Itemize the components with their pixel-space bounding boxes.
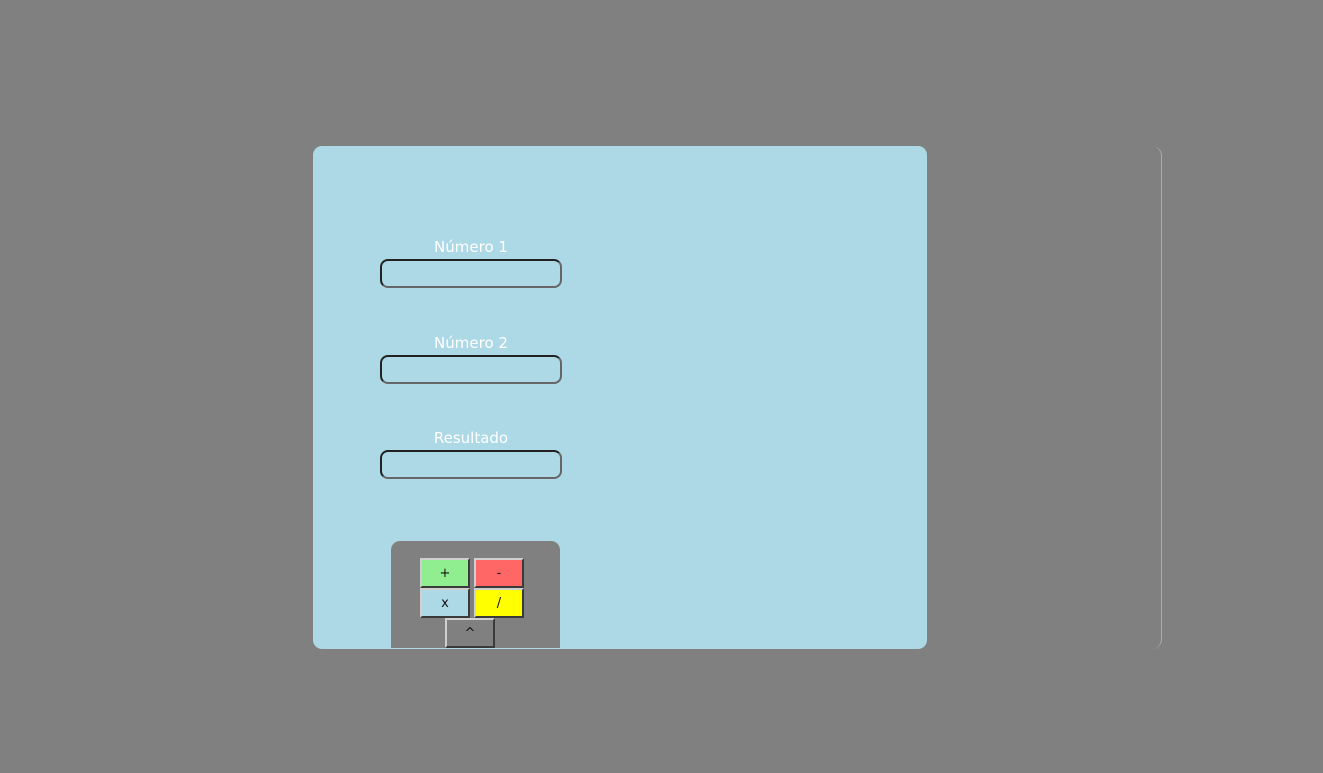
subtract-button[interactable]: - [474, 558, 524, 588]
power-button[interactable]: ^ [445, 618, 495, 648]
numero-2-input[interactable] [380, 355, 562, 384]
multiply-button[interactable]: x [420, 588, 470, 618]
page-background: Número 1 Número 2 Resultado + - x / ^ [0, 0, 1323, 773]
resultado-label: Resultado [433, 429, 509, 447]
numero-2-label: Número 2 [434, 334, 508, 352]
resultado-input[interactable] [380, 450, 562, 479]
add-button[interactable]: + [420, 558, 470, 588]
calculator-panel: Número 1 Número 2 Resultado + - x / ^ [313, 146, 927, 649]
numero-1-label: Número 1 [434, 238, 508, 256]
operations-panel: + - x / ^ [391, 541, 560, 648]
numero-1-input[interactable] [380, 259, 562, 288]
panel-outline-edge [1148, 146, 1162, 649]
divide-button[interactable]: / [474, 588, 524, 618]
